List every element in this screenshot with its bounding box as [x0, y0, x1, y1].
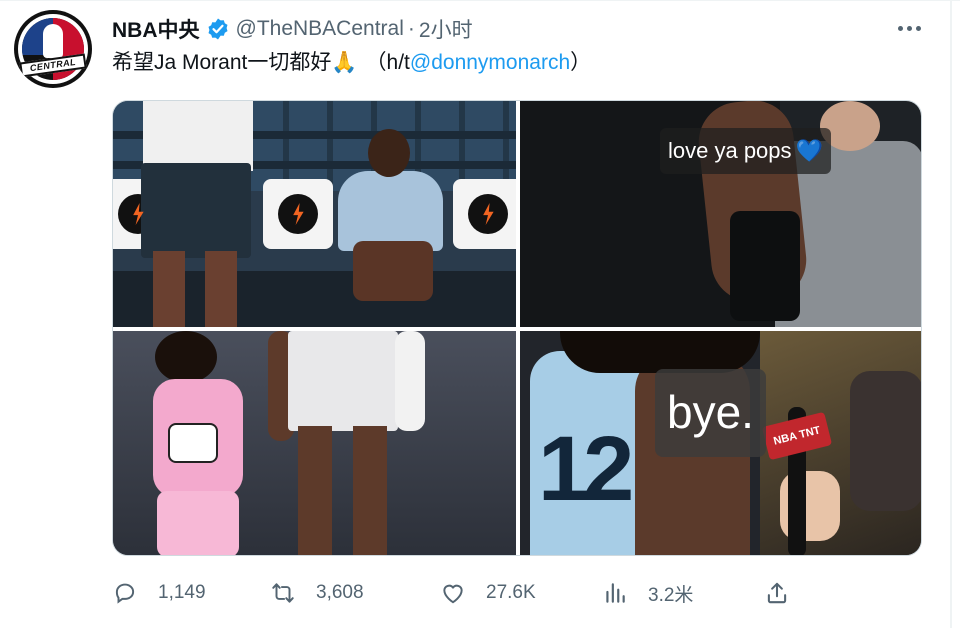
views-count: 3.2米	[648, 584, 694, 606]
views-bar-icon	[606, 583, 625, 603]
reply-count: 1,149	[158, 582, 206, 603]
reply-icon	[115, 583, 135, 604]
retweet-count: 3,608	[316, 582, 364, 603]
verified-badge-icon[interactable]	[206, 17, 230, 41]
avatar[interactable]: CENTRAL	[14, 10, 92, 88]
tweet-text-main: 希望Ja Morant一切都好	[112, 51, 332, 74]
media-photo-4[interactable]: 12 NBA TNT bye.	[520, 331, 921, 555]
media-photo-3[interactable]	[113, 331, 516, 555]
mention-link[interactable]: @donnymonarch	[410, 51, 570, 74]
top-divider	[0, 0, 960, 1]
photo-caption-love: love ya pops 💙	[660, 128, 831, 174]
media-photo-2[interactable]: love ya pops 💙	[520, 101, 921, 327]
share-icon	[767, 582, 787, 604]
tweet-actions: 1,149 3,608 27.6K 3.2米	[112, 576, 812, 610]
folded-hands-emoji: 🙏	[331, 51, 358, 74]
tweet-text: 希望Ja Morant一切都好🙏 （h/t@donnymonarch）	[112, 48, 591, 78]
media-grid: love ya pops 💙 12 NBA TNT bye.	[112, 100, 922, 556]
user-handle[interactable]: @TheNBACentral	[236, 17, 404, 41]
photo-caption-bye: bye.	[655, 369, 766, 457]
display-name[interactable]: NBA中央	[112, 14, 200, 44]
tweet-header: NBA中央 @TheNBACentral · 2小时	[112, 12, 473, 46]
logo-player-silhouette	[43, 24, 63, 58]
caption-love-text: love ya pops	[668, 138, 792, 163]
tweet-text-credit: （h/t	[365, 51, 410, 74]
heart-icon	[443, 584, 463, 604]
like-count: 27.6K	[486, 582, 536, 603]
right-divider	[950, 0, 952, 628]
retweet-icon	[272, 583, 294, 603]
jersey-number: 12	[538, 418, 634, 520]
caption-bye-text: bye.	[667, 386, 754, 438]
more-options-icon[interactable]	[893, 16, 925, 40]
separator-dot: ·	[407, 17, 415, 40]
media-photo-1[interactable]	[113, 101, 516, 327]
tweet-text-close: ）	[570, 51, 592, 74]
reply-button[interactable]: 1,149	[112, 576, 206, 610]
timestamp[interactable]: 2小时	[419, 14, 473, 44]
share-button[interactable]	[764, 576, 790, 610]
like-button[interactable]: 27.6K	[440, 576, 536, 610]
blue-heart-emoji: 💙	[795, 138, 823, 163]
views-button[interactable]: 3.2米	[602, 576, 693, 610]
retweet-button[interactable]: 3,608	[270, 576, 364, 610]
